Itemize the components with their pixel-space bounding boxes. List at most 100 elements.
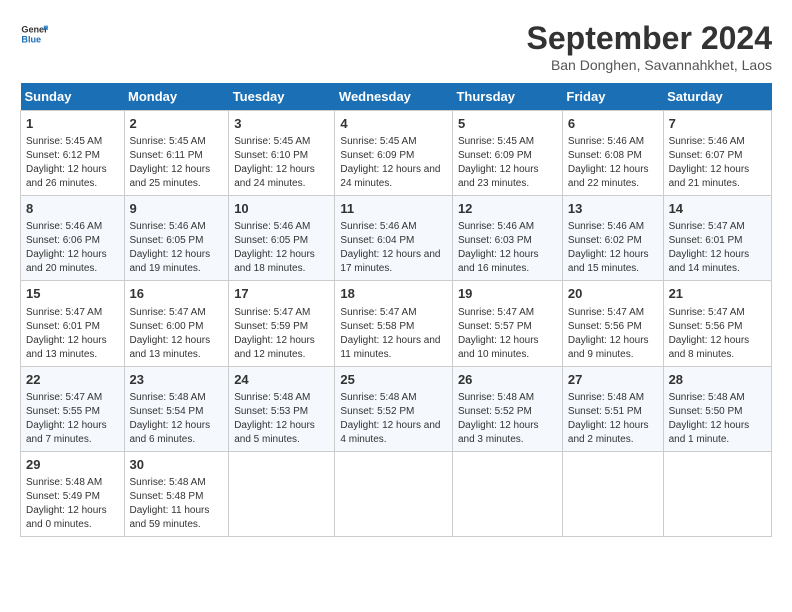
daylight: Daylight: 12 hours and 9 minutes. bbox=[568, 335, 649, 360]
calendar-cell bbox=[335, 451, 453, 536]
sunrise: Sunrise: 5:48 AM bbox=[340, 392, 416, 403]
calendar-cell bbox=[452, 451, 562, 536]
calendar-cell: 3Sunrise: 5:45 AMSunset: 6:10 PMDaylight… bbox=[229, 111, 335, 196]
day-number: 16 bbox=[130, 285, 224, 303]
sunrise: Sunrise: 5:46 AM bbox=[568, 136, 644, 147]
daylight: Daylight: 12 hours and 21 minutes. bbox=[669, 164, 750, 189]
sunrise: Sunrise: 5:46 AM bbox=[26, 221, 102, 232]
title-area: September 2024 Ban Donghen, Savannahkhet… bbox=[527, 20, 772, 73]
sunset: Sunset: 5:52 PM bbox=[340, 406, 414, 417]
sunrise: Sunrise: 5:47 AM bbox=[130, 307, 206, 318]
week-row-2: 8Sunrise: 5:46 AMSunset: 6:06 PMDaylight… bbox=[21, 196, 772, 281]
day-number: 8 bbox=[26, 200, 119, 218]
sunrise: Sunrise: 5:48 AM bbox=[458, 392, 534, 403]
header-wednesday: Wednesday bbox=[335, 83, 453, 111]
calendar-cell: 29Sunrise: 5:48 AMSunset: 5:49 PMDayligh… bbox=[21, 451, 125, 536]
sunset: Sunset: 6:08 PM bbox=[568, 150, 642, 161]
daylight: Daylight: 12 hours and 17 minutes. bbox=[340, 249, 440, 274]
daylight: Daylight: 12 hours and 16 minutes. bbox=[458, 249, 539, 274]
sunset: Sunset: 6:02 PM bbox=[568, 235, 642, 246]
daylight: Daylight: 12 hours and 8 minutes. bbox=[669, 335, 750, 360]
daylight: Daylight: 12 hours and 1 minute. bbox=[669, 420, 750, 445]
week-row-3: 15Sunrise: 5:47 AMSunset: 6:01 PMDayligh… bbox=[21, 281, 772, 366]
sunrise: Sunrise: 5:48 AM bbox=[669, 392, 745, 403]
sunrise: Sunrise: 5:48 AM bbox=[234, 392, 310, 403]
day-number: 5 bbox=[458, 115, 557, 133]
logo-icon: General Blue bbox=[20, 20, 48, 48]
sunrise: Sunrise: 5:48 AM bbox=[568, 392, 644, 403]
sunrise: Sunrise: 5:45 AM bbox=[234, 136, 310, 147]
day-number: 14 bbox=[669, 200, 766, 218]
daylight: Daylight: 12 hours and 14 minutes. bbox=[669, 249, 750, 274]
header-saturday: Saturday bbox=[663, 83, 771, 111]
sunrise: Sunrise: 5:48 AM bbox=[130, 392, 206, 403]
sunrise: Sunrise: 5:47 AM bbox=[669, 221, 745, 232]
calendar-cell: 19Sunrise: 5:47 AMSunset: 5:57 PMDayligh… bbox=[452, 281, 562, 366]
daylight: Daylight: 12 hours and 24 minutes. bbox=[340, 164, 440, 189]
logo: General Blue bbox=[20, 20, 48, 48]
calendar-cell: 15Sunrise: 5:47 AMSunset: 6:01 PMDayligh… bbox=[21, 281, 125, 366]
calendar-cell: 4Sunrise: 5:45 AMSunset: 6:09 PMDaylight… bbox=[335, 111, 453, 196]
day-number: 2 bbox=[130, 115, 224, 133]
sunset: Sunset: 5:49 PM bbox=[26, 491, 100, 502]
calendar-cell: 16Sunrise: 5:47 AMSunset: 6:00 PMDayligh… bbox=[124, 281, 229, 366]
calendar-cell: 2Sunrise: 5:45 AMSunset: 6:11 PMDaylight… bbox=[124, 111, 229, 196]
calendar-cell: 22Sunrise: 5:47 AMSunset: 5:55 PMDayligh… bbox=[21, 366, 125, 451]
day-number: 22 bbox=[26, 371, 119, 389]
sunset: Sunset: 5:54 PM bbox=[130, 406, 204, 417]
calendar-cell: 30Sunrise: 5:48 AMSunset: 5:48 PMDayligh… bbox=[124, 451, 229, 536]
sunrise: Sunrise: 5:47 AM bbox=[568, 307, 644, 318]
sunrise: Sunrise: 5:48 AM bbox=[130, 477, 206, 488]
calendar-cell: 20Sunrise: 5:47 AMSunset: 5:56 PMDayligh… bbox=[562, 281, 663, 366]
sunset: Sunset: 6:11 PM bbox=[130, 150, 203, 161]
sunset: Sunset: 6:10 PM bbox=[234, 150, 308, 161]
header-monday: Monday bbox=[124, 83, 229, 111]
day-number: 12 bbox=[458, 200, 557, 218]
daylight: Daylight: 12 hours and 20 minutes. bbox=[26, 249, 107, 274]
day-number: 25 bbox=[340, 371, 447, 389]
sunrise: Sunrise: 5:46 AM bbox=[130, 221, 206, 232]
daylight: Daylight: 12 hours and 2 minutes. bbox=[568, 420, 649, 445]
daylight: Daylight: 12 hours and 12 minutes. bbox=[234, 335, 315, 360]
sunrise: Sunrise: 5:47 AM bbox=[26, 392, 102, 403]
day-number: 15 bbox=[26, 285, 119, 303]
daylight: Daylight: 12 hours and 6 minutes. bbox=[130, 420, 211, 445]
header-thursday: Thursday bbox=[452, 83, 562, 111]
daylight: Daylight: 12 hours and 26 minutes. bbox=[26, 164, 107, 189]
sunset: Sunset: 5:59 PM bbox=[234, 321, 308, 332]
sunrise: Sunrise: 5:45 AM bbox=[26, 136, 102, 147]
sunrise: Sunrise: 5:46 AM bbox=[568, 221, 644, 232]
day-number: 10 bbox=[234, 200, 329, 218]
calendar-cell: 28Sunrise: 5:48 AMSunset: 5:50 PMDayligh… bbox=[663, 366, 771, 451]
calendar-cell: 21Sunrise: 5:47 AMSunset: 5:56 PMDayligh… bbox=[663, 281, 771, 366]
calendar-cell: 24Sunrise: 5:48 AMSunset: 5:53 PMDayligh… bbox=[229, 366, 335, 451]
calendar-cell: 14Sunrise: 5:47 AMSunset: 6:01 PMDayligh… bbox=[663, 196, 771, 281]
day-number: 27 bbox=[568, 371, 658, 389]
sunset: Sunset: 5:58 PM bbox=[340, 321, 414, 332]
header-friday: Friday bbox=[562, 83, 663, 111]
calendar-cell: 11Sunrise: 5:46 AMSunset: 6:04 PMDayligh… bbox=[335, 196, 453, 281]
daylight: Daylight: 12 hours and 0 minutes. bbox=[26, 505, 107, 530]
sunset: Sunset: 5:48 PM bbox=[130, 491, 204, 502]
day-number: 4 bbox=[340, 115, 447, 133]
page-header: General Blue September 2024 Ban Donghen,… bbox=[20, 20, 772, 73]
day-number: 13 bbox=[568, 200, 658, 218]
sunrise: Sunrise: 5:46 AM bbox=[234, 221, 310, 232]
calendar-cell bbox=[562, 451, 663, 536]
sunrise: Sunrise: 5:46 AM bbox=[458, 221, 534, 232]
calendar-cell: 8Sunrise: 5:46 AMSunset: 6:06 PMDaylight… bbox=[21, 196, 125, 281]
calendar-cell: 1Sunrise: 5:45 AMSunset: 6:12 PMDaylight… bbox=[21, 111, 125, 196]
calendar-cell: 5Sunrise: 5:45 AMSunset: 6:09 PMDaylight… bbox=[452, 111, 562, 196]
calendar-cell: 23Sunrise: 5:48 AMSunset: 5:54 PMDayligh… bbox=[124, 366, 229, 451]
sunrise: Sunrise: 5:47 AM bbox=[340, 307, 416, 318]
daylight: Daylight: 11 hours and 59 minutes. bbox=[130, 505, 210, 530]
calendar-table: SundayMondayTuesdayWednesdayThursdayFrid… bbox=[20, 83, 772, 537]
sunset: Sunset: 5:56 PM bbox=[669, 321, 743, 332]
daylight: Daylight: 12 hours and 13 minutes. bbox=[26, 335, 107, 360]
daylight: Daylight: 12 hours and 10 minutes. bbox=[458, 335, 539, 360]
week-row-4: 22Sunrise: 5:47 AMSunset: 5:55 PMDayligh… bbox=[21, 366, 772, 451]
sunset: Sunset: 6:09 PM bbox=[340, 150, 414, 161]
day-number: 26 bbox=[458, 371, 557, 389]
sunset: Sunset: 6:07 PM bbox=[669, 150, 743, 161]
sunset: Sunset: 6:00 PM bbox=[130, 321, 204, 332]
